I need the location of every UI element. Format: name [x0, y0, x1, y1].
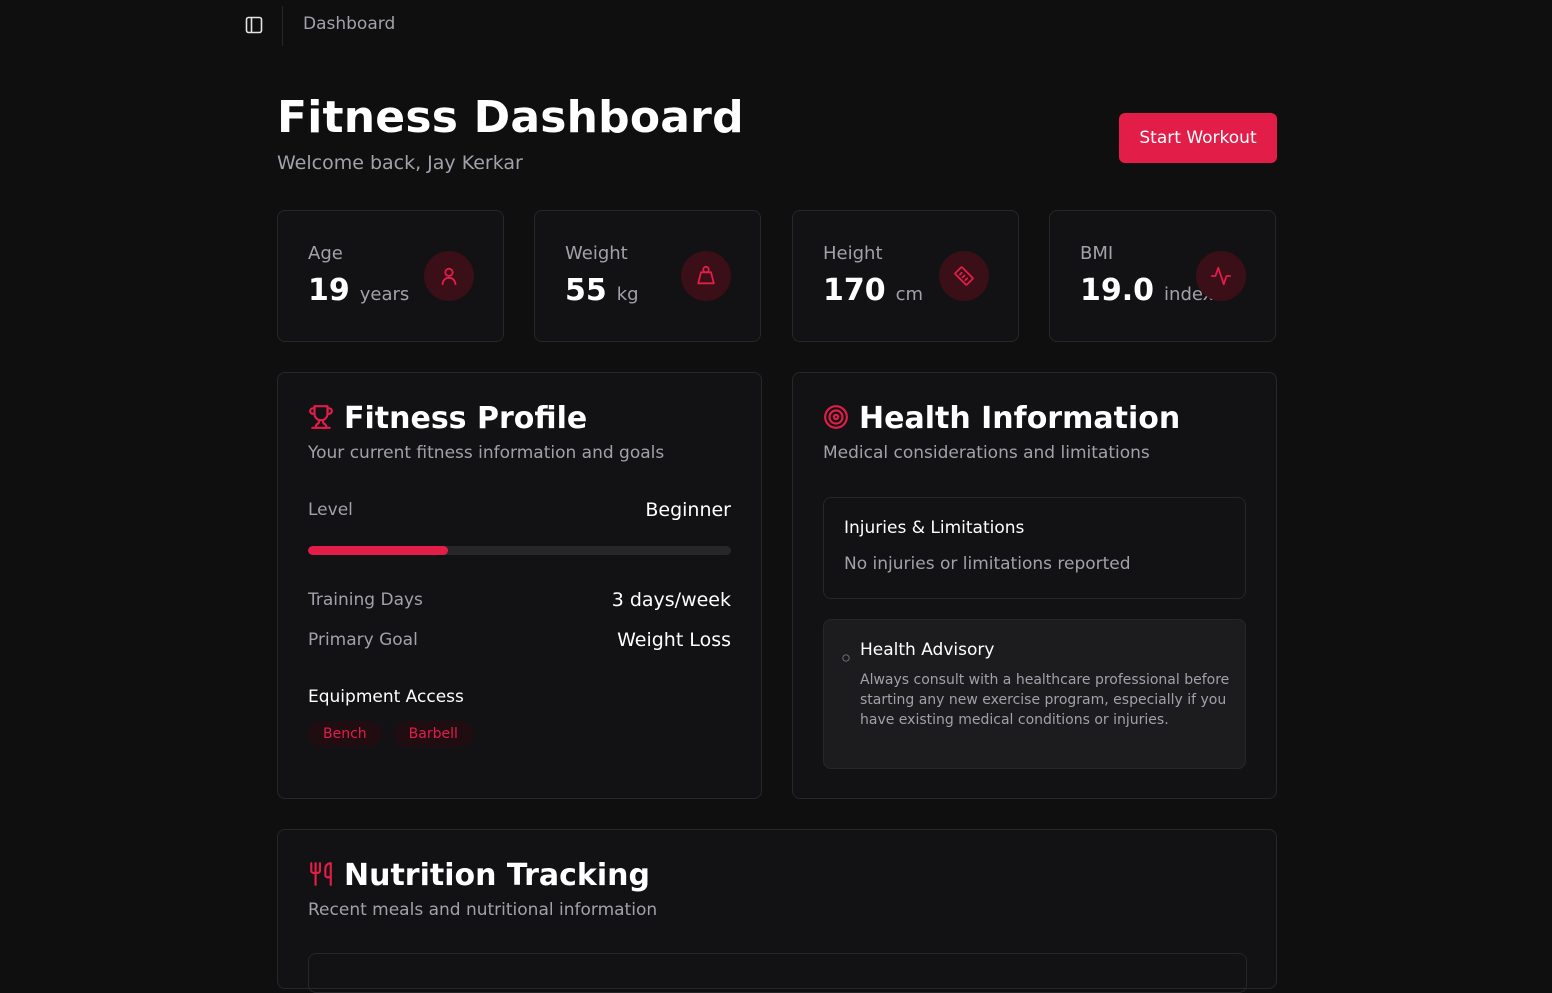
stat-unit: cm: [895, 284, 924, 305]
level-progress: [308, 546, 731, 555]
activity-icon: [1196, 251, 1246, 301]
stat-unit: years: [359, 284, 410, 305]
advisory-title: Health Advisory: [860, 640, 995, 660]
stat-value: 170: [823, 273, 886, 308]
equipment-chip: Bench: [308, 721, 382, 747]
injuries-text: No injuries or limitations reported: [844, 554, 1131, 574]
stat-label: BMI: [1080, 243, 1114, 264]
page-title: Fitness Dashboard: [277, 92, 744, 143]
stat-card-weight: Weight 55 kg: [534, 210, 761, 342]
primary-goal-label: Primary Goal: [308, 630, 418, 650]
user-icon: [424, 251, 474, 301]
injuries-box: Injuries & Limitations No injuries or li…: [823, 497, 1246, 599]
weight-icon: [681, 251, 731, 301]
training-days-label: Training Days: [308, 590, 423, 610]
stat-card-height: Height 170 cm: [792, 210, 1019, 342]
stat-label: Weight: [565, 243, 628, 264]
stat-card-age: Age 19 years: [277, 210, 504, 342]
health-information-panel: Health Information Medical consideration…: [792, 372, 1277, 799]
top-bar: Dashboard: [0, 0, 1552, 52]
level-progress-fill: [308, 546, 448, 555]
primary-goal-value: Weight Loss: [617, 629, 731, 651]
panel-subtitle: Your current fitness information and goa…: [308, 443, 665, 463]
trophy-icon: [308, 404, 334, 434]
info-icon: [842, 647, 850, 666]
training-days-value: 3 days/week: [611, 589, 731, 611]
level-value: Beginner: [645, 499, 731, 521]
equipment-title: Equipment Access: [308, 687, 464, 707]
nutrition-tracking-panel: Nutrition Tracking Recent meals and nutr…: [277, 829, 1277, 993]
panel-title: Nutrition Tracking: [344, 858, 650, 893]
stat-card-bmi: BMI 19.0 index: [1049, 210, 1276, 342]
breadcrumb: Dashboard: [303, 14, 396, 34]
equipment-chip: Barbell: [393, 721, 473, 747]
advisory-text: Always consult with a healthcare profess…: [860, 672, 1230, 728]
meal-list: [308, 953, 1247, 993]
health-advisory-box: Health Advisory Always consult with a he…: [823, 619, 1246, 769]
target-icon: [823, 404, 849, 434]
stat-value: 55: [565, 273, 607, 308]
panel-subtitle: Medical considerations and limitations: [823, 443, 1150, 463]
ruler-icon: [939, 251, 989, 301]
start-workout-button[interactable]: Start Workout: [1119, 113, 1277, 163]
topbar-divider: [282, 6, 283, 46]
panel-subtitle: Recent meals and nutritional information: [308, 900, 658, 920]
panel-title: Health Information: [859, 401, 1181, 436]
equipment-chips: Bench Barbell: [308, 721, 473, 747]
level-label: Level: [308, 500, 353, 520]
utensils-icon: [308, 861, 334, 891]
fitness-profile-panel: Fitness Profile Your current fitness inf…: [277, 372, 762, 799]
page-subtitle: Welcome back, Jay Kerkar: [277, 152, 523, 174]
stat-value: 19: [308, 273, 350, 308]
sidebar-toggle-icon[interactable]: [244, 15, 264, 35]
panel-title: Fitness Profile: [344, 401, 588, 436]
stat-unit: kg: [616, 284, 639, 305]
stat-value: 19.0: [1080, 273, 1155, 308]
stat-label: Age: [308, 243, 343, 264]
stat-label: Height: [823, 243, 883, 264]
injuries-title: Injuries & Limitations: [844, 518, 1025, 538]
